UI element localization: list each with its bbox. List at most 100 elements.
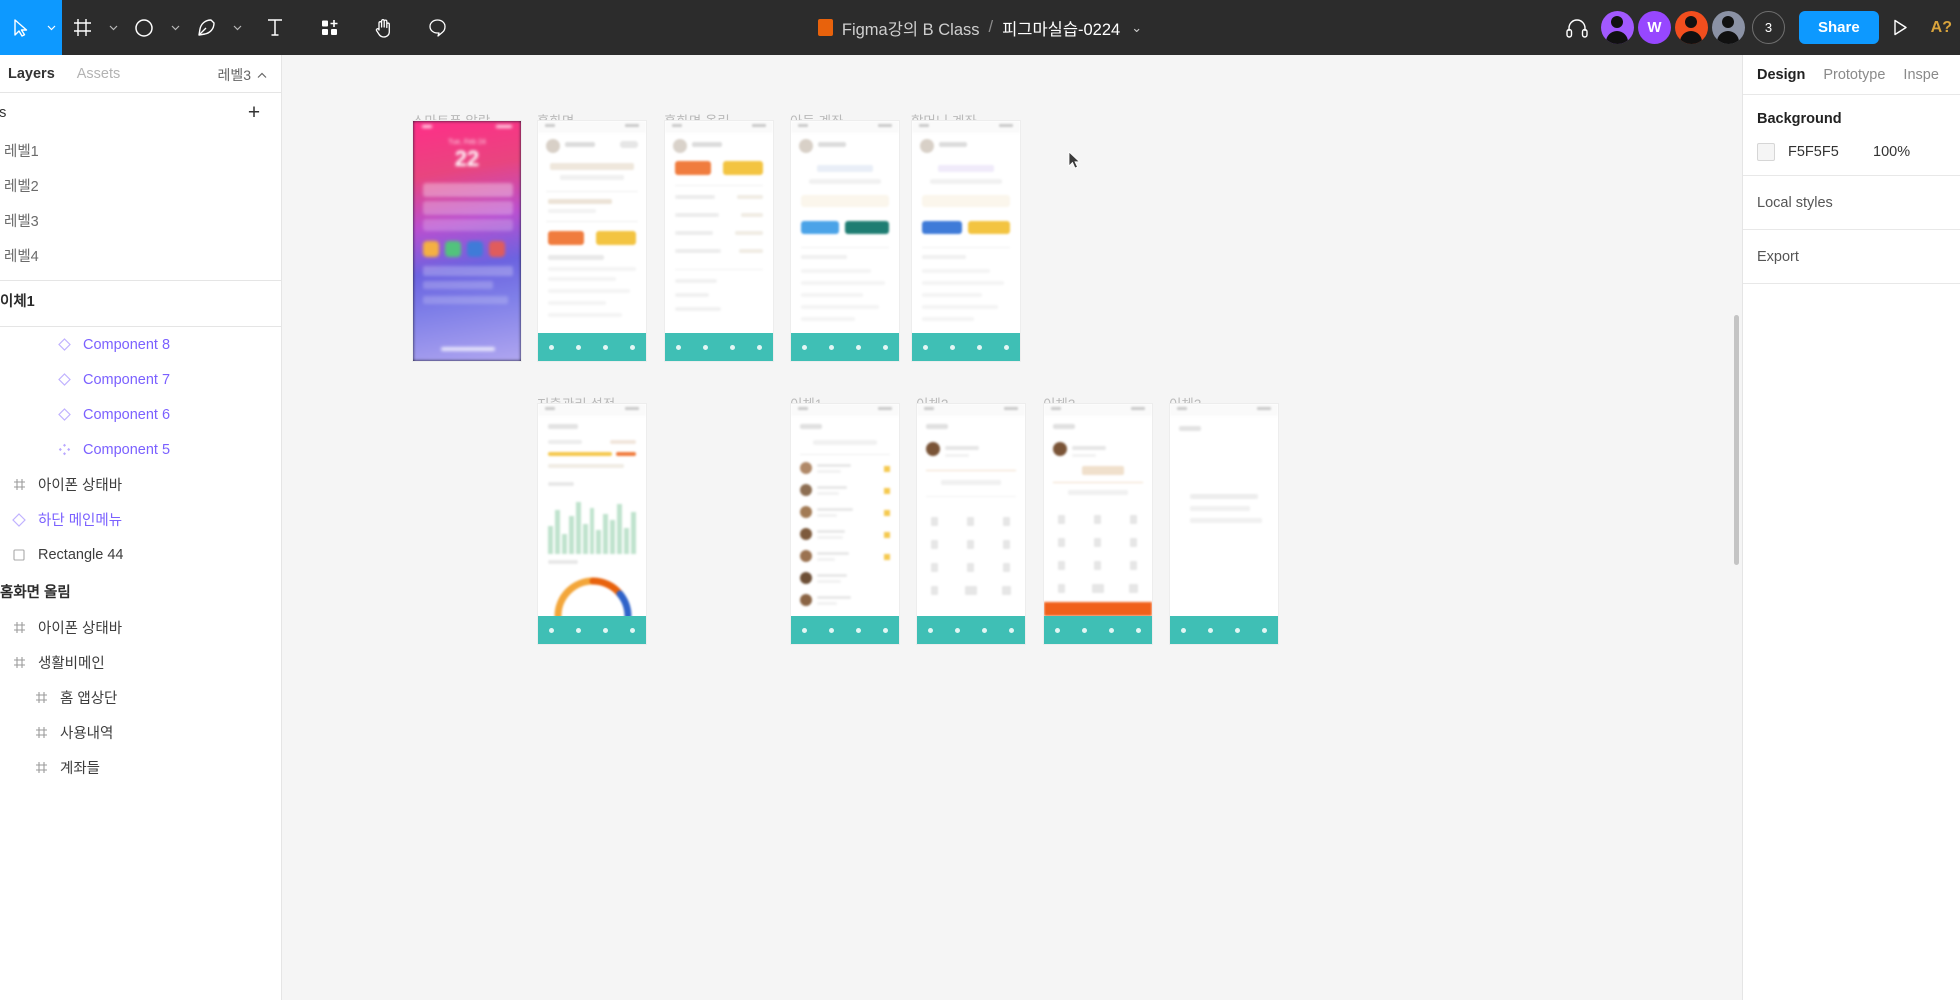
artboard-account-son[interactable] [790,120,900,362]
avatar[interactable] [1601,11,1634,44]
components-plus-icon [320,18,339,37]
layer-group-header[interactable]: 이체1 [0,281,281,319]
rectangle-icon [10,549,28,561]
project-name[interactable]: Figma강의 B Class [842,16,980,40]
frame-icon [10,621,28,634]
present-play-icon[interactable] [1879,0,1923,55]
artboard-home-raised[interactable] [664,120,774,362]
page-item[interactable]: 레벨2 [0,168,281,203]
layer-row[interactable]: 사용내역 [0,715,281,750]
move-tool[interactable] [0,0,62,55]
toolbar-right-group: W 3 Share A? [1557,0,1960,55]
layer-row[interactable]: Component 6 [0,397,281,432]
local-styles-label: Local styles [1757,195,1833,211]
layer-label: 아이폰 상태바 [38,617,122,638]
tab-assets[interactable]: Assets [77,66,121,82]
component-diamond-icon [10,513,28,527]
layer-row[interactable]: 계좌들 [0,750,281,785]
avatar[interactable] [1712,11,1745,44]
add-page-icon[interactable]: + [243,101,265,123]
headphones-icon[interactable] [1557,0,1597,55]
right-sidebar: Design Prototype Inspe Background F5F5F5… [1742,55,1960,1000]
layer-row[interactable]: Component 5 [0,432,281,467]
frame-icon [10,478,28,491]
project-color-swatch [818,19,833,36]
mouse-cursor [1068,151,1082,171]
bottom-nav-bar[interactable] [1044,616,1152,644]
layer-group-label: 이체1 [0,290,35,311]
tab-design[interactable]: Design [1757,67,1805,83]
top-toolbar: Figma강의 B Class / 피그마실습-0224 ⌄ W 3 Share… [0,0,1960,55]
text-T-icon [266,18,284,37]
layer-row[interactable]: Rectangle 44 [0,537,281,572]
layer-row[interactable]: 생활비메인 [0,645,281,680]
artboard-smartphone-alarm[interactable]: Tue, Feb 24 22 [412,120,522,362]
avatar[interactable] [1675,11,1708,44]
layer-label: Component 6 [83,407,170,423]
frame-tool[interactable] [62,0,124,55]
layer-row[interactable]: 아이폰 상태바 [0,467,281,502]
layer-row[interactable]: 아이폰 상태바 [0,610,281,645]
artboard-spend-settings[interactable] [537,403,647,645]
avatar[interactable]: W [1638,11,1671,44]
layer-label: 하단 메인메뉴 [38,509,122,530]
ellipse-icon [124,0,164,55]
comment-bubble-icon [428,18,447,37]
bottom-nav-bar[interactable] [917,616,1025,644]
pages-header: es + [0,93,281,133]
layer-group-header[interactable]: 홈화면 올림 [0,572,281,610]
bottom-nav-bar[interactable] [538,616,646,644]
tab-layers[interactable]: Layers [8,66,55,82]
hand-tool[interactable] [356,0,410,55]
bottom-nav-bar[interactable] [1170,616,1278,644]
artboard-transfer-2[interactable] [916,403,1026,645]
layer-row[interactable]: 하단 메인메뉴 [0,502,281,537]
zoom-level-label[interactable]: A? [1923,19,1952,37]
share-button[interactable]: Share [1799,11,1879,44]
layer-row[interactable]: Component 8 [0,327,281,362]
resources-tool[interactable] [302,0,356,55]
bottom-nav-bar[interactable] [912,333,1020,361]
bottom-nav-bar[interactable] [538,333,646,361]
page-item[interactable]: 레벨1 [0,133,281,168]
local-styles-row[interactable]: Local styles [1743,176,1960,230]
page-item[interactable]: 레벨3 [0,203,281,238]
layer-label: Component 7 [83,372,170,388]
text-tool[interactable] [248,0,302,55]
pen-tool[interactable] [186,0,248,55]
page-level-selector[interactable]: 레벨3 [217,65,267,85]
layer-row[interactable]: 홈 앱상단 [0,680,281,715]
tab-inspect[interactable]: Inspe [1903,67,1938,83]
design-canvas[interactable]: 스마트폰 알람 홈화면 홈화면 올림 아들 계좌 할머니 계좌 Tue, Feb… [282,55,1742,1000]
comment-tool[interactable] [410,0,464,55]
artboard-transfer-3[interactable] [1043,403,1153,645]
bottom-nav-bar[interactable] [791,333,899,361]
chevron-down-icon [40,0,62,55]
background-color-swatch[interactable] [1757,143,1775,161]
bottom-nav-bar[interactable] [665,333,773,361]
file-name[interactable]: 피그마실습-0224 [1002,16,1120,40]
pen-icon [186,0,226,55]
layer-label: Component 8 [83,337,170,353]
canvas-vertical-scrollbar[interactable] [1734,315,1739,565]
layer-row[interactable]: Component 7 [0,362,281,397]
bottom-nav-bar[interactable] [791,616,899,644]
page-label: 레벨2 [4,175,39,196]
page-label: 레벨4 [4,245,39,266]
artboard-transfer-3-confirm[interactable] [1169,403,1279,645]
pages-label: es [0,105,6,121]
chevron-down-icon[interactable]: ⌄ [1131,20,1142,36]
artboard-transfer-1[interactable] [790,403,900,645]
export-row[interactable]: Export [1743,230,1960,284]
page-item[interactable]: 레벨4 [0,238,281,273]
pages-list: 레벨1 레벨2 레벨3 레벨4 [0,133,281,273]
artboard-home[interactable] [537,120,647,362]
collaborator-count-badge[interactable]: 3 [1752,11,1785,44]
background-opacity-value[interactable]: 100% [1873,144,1910,160]
artboard-account-grandma[interactable] [911,120,1021,362]
frame-icon [32,726,50,739]
shape-tool[interactable] [124,0,186,55]
background-hex-value[interactable]: F5F5F5 [1788,144,1860,160]
tab-prototype[interactable]: Prototype [1823,67,1885,83]
layer-label: 계좌들 [60,757,100,778]
